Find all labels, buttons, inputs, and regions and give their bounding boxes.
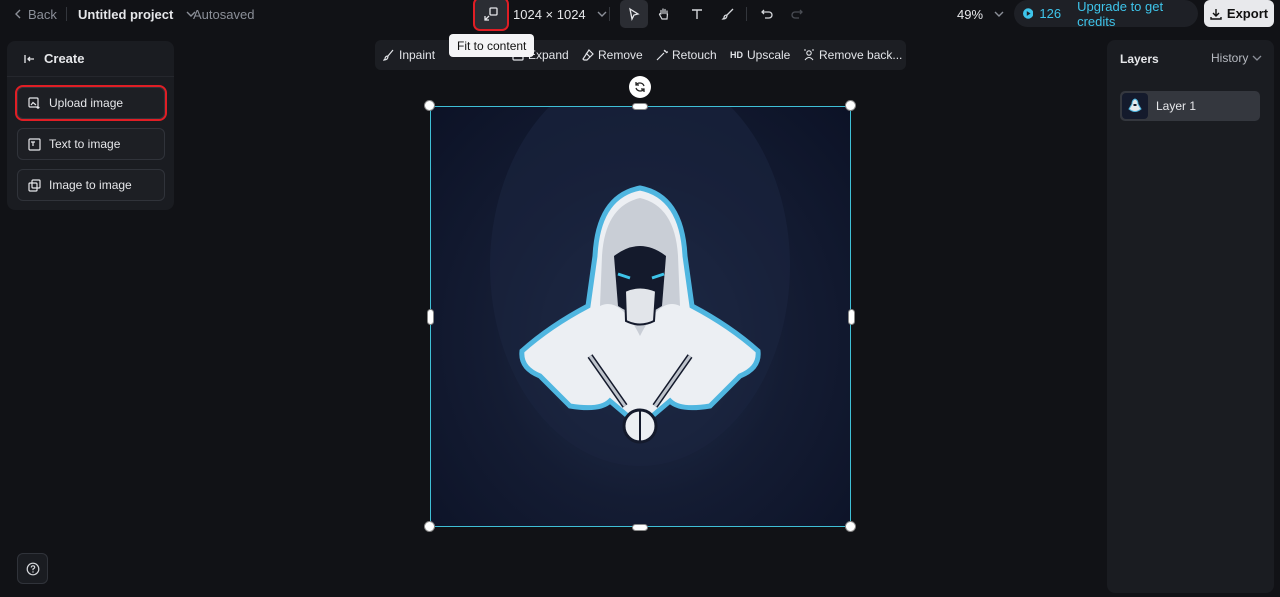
upload-image-button[interactable]: Upload image bbox=[15, 85, 167, 121]
image-to-image-button[interactable]: Image to image bbox=[17, 169, 165, 201]
divider bbox=[609, 7, 610, 21]
inpaint-button[interactable]: Inpaint bbox=[383, 40, 435, 70]
create-panel: Create Upload image Text to image Image … bbox=[7, 41, 174, 210]
project-title-dropdown[interactable]: Untitled project bbox=[78, 0, 197, 28]
history-label: History bbox=[1211, 51, 1249, 65]
layer-label: Layer 1 bbox=[1156, 99, 1197, 113]
brush-icon bbox=[721, 8, 734, 20]
remove-button[interactable]: Remove bbox=[582, 40, 643, 70]
retouch-label: Retouch bbox=[672, 48, 717, 62]
resize-handle-bottom[interactable] bbox=[632, 524, 648, 531]
eraser-icon bbox=[582, 49, 594, 61]
undo-button[interactable] bbox=[753, 0, 781, 28]
upscale-button[interactable]: HD Upscale bbox=[730, 40, 790, 70]
inpaint-brush-icon bbox=[383, 49, 394, 61]
back-button[interactable]: Back bbox=[14, 0, 57, 28]
text-icon bbox=[692, 9, 702, 19]
hooded-figure-logo bbox=[490, 106, 790, 466]
help-icon bbox=[26, 562, 39, 575]
download-icon bbox=[1210, 8, 1222, 20]
canvas-size: 1024 × 1024 bbox=[513, 6, 586, 22]
resize-handle-top-left[interactable] bbox=[424, 100, 435, 111]
upgrade-link[interactable]: Upgrade to get credits bbox=[1077, 0, 1198, 29]
history-dropdown[interactable]: History bbox=[1211, 51, 1262, 65]
expand-label: Expand bbox=[528, 48, 569, 62]
layers-panel: Layers History Layer 1 bbox=[1107, 40, 1274, 593]
resize-handle-top[interactable] bbox=[632, 103, 648, 110]
chevron-down-icon bbox=[597, 11, 607, 17]
retouch-button[interactable]: Retouch bbox=[656, 40, 717, 70]
credit-coin-icon bbox=[1023, 8, 1034, 19]
text-tool-button[interactable] bbox=[683, 0, 711, 28]
rotate-handle[interactable] bbox=[629, 76, 651, 98]
divider bbox=[66, 7, 67, 21]
remove-background-icon bbox=[804, 49, 814, 61]
resize-handle-left[interactable] bbox=[427, 309, 434, 325]
remove-background-label: Remove back... bbox=[819, 48, 903, 62]
select-tool-button[interactable] bbox=[620, 0, 648, 28]
brush-tool-button[interactable] bbox=[714, 0, 742, 28]
back-label: Back bbox=[28, 6, 57, 22]
redo-icon bbox=[791, 9, 803, 19]
remove-background-button[interactable]: Remove back... bbox=[803, 40, 902, 70]
chevron-left-icon bbox=[15, 9, 21, 19]
canvas-image[interactable] bbox=[430, 106, 851, 527]
layer-item[interactable]: Layer 1 bbox=[1120, 91, 1260, 121]
export-label: Export bbox=[1226, 6, 1269, 21]
credits-count: 126 bbox=[1039, 6, 1062, 21]
resize-handle-right[interactable] bbox=[848, 309, 855, 325]
remove-label: Remove bbox=[598, 48, 643, 62]
divider bbox=[746, 7, 747, 21]
fit-to-content-tooltip: Fit to content bbox=[449, 34, 535, 57]
resize-handle-bottom-left[interactable] bbox=[424, 521, 435, 532]
canvas-size-dropdown[interactable]: 1024 × 1024 bbox=[513, 0, 608, 28]
export-button[interactable]: Export bbox=[1204, 0, 1274, 27]
inpaint-label: Inpaint bbox=[399, 48, 436, 62]
collapse-left-icon bbox=[24, 54, 34, 63]
undo-icon bbox=[761, 9, 773, 19]
hooded-figure-thumb-icon bbox=[1128, 98, 1142, 112]
layer-thumbnail bbox=[1122, 93, 1148, 119]
cursor-icon bbox=[629, 7, 640, 21]
redo-button[interactable] bbox=[783, 0, 811, 28]
zoom-level: 49% bbox=[957, 6, 984, 22]
fit-to-content-button[interactable] bbox=[473, 0, 509, 31]
upload-image-icon bbox=[28, 96, 40, 109]
zoom-dropdown[interactable]: 49% bbox=[957, 0, 1005, 28]
chevron-down-icon bbox=[994, 11, 1004, 17]
top-bar: Back Untitled project Autosaved 1024 × 1… bbox=[0, 0, 1280, 31]
magic-wand-icon bbox=[656, 49, 668, 61]
upload-image-label: Upload image bbox=[49, 96, 124, 110]
text-to-image-icon bbox=[28, 137, 41, 151]
create-panel-title: Create bbox=[44, 51, 85, 66]
resize-handle-top-right[interactable] bbox=[845, 100, 856, 111]
text-to-image-button[interactable]: Text to image bbox=[17, 128, 165, 160]
hd-icon: HD bbox=[730, 50, 743, 60]
upscale-label: Upscale bbox=[747, 48, 791, 62]
autosave-status: Autosaved bbox=[193, 6, 255, 22]
rotate-icon bbox=[635, 82, 645, 92]
image-to-image-label: Image to image bbox=[49, 178, 132, 192]
create-panel-header[interactable]: Create bbox=[7, 41, 174, 77]
layers-tab[interactable]: Layers bbox=[1120, 52, 1159, 66]
hand-tool-button[interactable] bbox=[650, 0, 678, 28]
chevron-down-icon bbox=[1252, 55, 1262, 61]
project-title: Untitled project bbox=[78, 6, 174, 22]
help-button[interactable] bbox=[17, 553, 48, 584]
hand-icon bbox=[658, 8, 669, 20]
resize-handle-bottom-right[interactable] bbox=[845, 521, 856, 532]
text-to-image-label: Text to image bbox=[49, 137, 121, 151]
image-to-image-icon bbox=[28, 178, 41, 192]
credits-pill[interactable]: 126 Upgrade to get credits bbox=[1014, 0, 1198, 29]
fit-to-content-icon bbox=[484, 7, 498, 21]
